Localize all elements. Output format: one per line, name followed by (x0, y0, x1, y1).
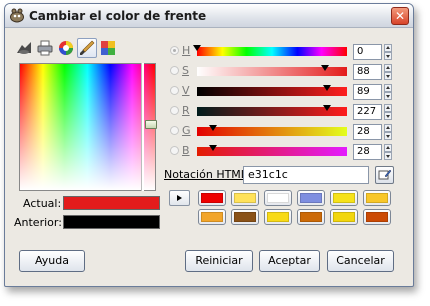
color-picker-button[interactable] (375, 166, 394, 184)
channel-marker-g[interactable] (209, 125, 218, 131)
scales-icon (101, 41, 115, 55)
html-notation-input[interactable]: e31c1c (243, 166, 369, 184)
channel-radio-v[interactable] (170, 86, 179, 95)
gimp-selector-icon (17, 42, 31, 54)
spin-up-icon[interactable] (384, 64, 392, 72)
accept-button-label: Aceptar (268, 254, 311, 267)
channel-value-s[interactable]: 88 (353, 64, 382, 80)
spin-down-icon[interactable] (384, 152, 392, 160)
channel-spin-buttons-r[interactable] (384, 104, 392, 120)
history-swatch[interactable] (297, 190, 325, 206)
channel-marker-b[interactable] (209, 145, 218, 151)
channel-label-g: G (182, 124, 191, 137)
accept-button[interactable]: Aceptar (259, 250, 320, 272)
window-title: Cambiar el color de frente (29, 9, 207, 23)
value-strip[interactable] (141, 63, 144, 191)
history-expand-button[interactable] (169, 190, 190, 206)
channel-radio-b[interactable] (170, 146, 179, 155)
channel-scale-g[interactable] (197, 127, 347, 136)
channel-spin-buttons-g[interactable] (384, 124, 392, 140)
watercolor-brush-icon (80, 40, 95, 55)
channel-radio-r[interactable] (170, 106, 179, 115)
channel-label-r: R (182, 104, 190, 117)
channel-label-v: V (182, 84, 190, 97)
spin-down-icon[interactable] (384, 92, 392, 100)
channel-marker-h[interactable] (193, 45, 201, 51)
close-icon: ✕ (394, 9, 406, 23)
html-notation-label: Notación HTML: (164, 168, 251, 181)
channel-value-g[interactable]: 28 (353, 124, 382, 140)
channel-value-v[interactable]: 89 (353, 84, 382, 100)
current-color-swatch (63, 196, 160, 210)
history-swatch[interactable] (198, 209, 226, 225)
title-bar[interactable]: Cambiar el color de frente ✕ (5, 4, 413, 28)
tab-gimp-selector[interactable] (14, 38, 34, 58)
reset-button[interactable]: Reiniciar (185, 250, 253, 272)
channel-marker-s[interactable] (321, 65, 330, 71)
color-gradient-area[interactable] (19, 63, 156, 191)
reset-button-label: Reiniciar (195, 254, 243, 267)
channel-value-b[interactable]: 28 (353, 144, 382, 160)
channel-label-s: S (182, 64, 189, 77)
history-swatch[interactable] (198, 190, 226, 206)
spin-down-icon[interactable] (384, 112, 392, 120)
history-swatch[interactable] (363, 209, 391, 225)
history-swatch[interactable] (330, 190, 358, 206)
spin-down-icon[interactable] (384, 132, 392, 140)
channel-marker-r[interactable] (322, 105, 331, 111)
channel-label-b: B (182, 144, 190, 157)
channel-spin-buttons-v[interactable] (384, 84, 392, 100)
spin-down-icon[interactable] (384, 72, 392, 80)
spin-up-icon[interactable] (384, 104, 392, 112)
spin-up-icon[interactable] (384, 44, 392, 52)
history-swatch[interactable] (264, 190, 292, 206)
previous-color-swatch (63, 215, 160, 229)
tab-watercolor[interactable] (77, 38, 97, 58)
value-slider-handle[interactable] (145, 120, 157, 129)
cancel-button[interactable]: Cancelar (327, 250, 394, 272)
tab-scales[interactable] (98, 38, 118, 58)
close-button[interactable]: ✕ (391, 7, 409, 25)
spin-down-icon[interactable] (384, 52, 392, 60)
help-button-label: Ayuda (35, 254, 69, 267)
channel-scale-b[interactable] (197, 147, 347, 156)
tab-cmyk[interactable] (35, 38, 55, 58)
channel-radio-s[interactable] (170, 66, 179, 75)
history-swatch[interactable] (231, 190, 259, 206)
channel-radio-g[interactable] (170, 126, 179, 135)
help-button[interactable]: Ayuda (19, 250, 85, 272)
channel-spin-buttons-b[interactable] (384, 144, 392, 160)
spin-up-icon[interactable] (384, 124, 392, 132)
spin-up-icon[interactable] (384, 84, 392, 92)
gimp-app-icon (10, 8, 24, 23)
color-wheel-icon (59, 41, 73, 55)
channel-value-h[interactable]: 0 (353, 44, 382, 60)
channel-spin-buttons-h[interactable] (384, 44, 392, 60)
channel-marker-v[interactable] (322, 85, 331, 91)
spin-up-icon[interactable] (384, 144, 392, 152)
eyedropper-icon (378, 169, 392, 180)
channel-radio-h[interactable] (170, 46, 179, 55)
history-swatch[interactable] (363, 190, 391, 206)
history-swatch[interactable] (297, 209, 325, 225)
previous-color-label: Anterior: (14, 216, 62, 229)
tab-wheel[interactable] (56, 38, 76, 58)
history-swatch[interactable] (231, 209, 259, 225)
channel-scale-h[interactable] (197, 47, 347, 56)
history-swatch[interactable] (264, 209, 292, 225)
current-color-label: Actual: (23, 197, 62, 210)
channel-spin-buttons-s[interactable] (384, 64, 392, 80)
cancel-button-label: Cancelar (336, 254, 385, 267)
channel-value-r[interactable]: 227 (353, 104, 382, 120)
cmyk-printer-icon (37, 40, 53, 56)
history-swatch[interactable] (330, 209, 358, 225)
